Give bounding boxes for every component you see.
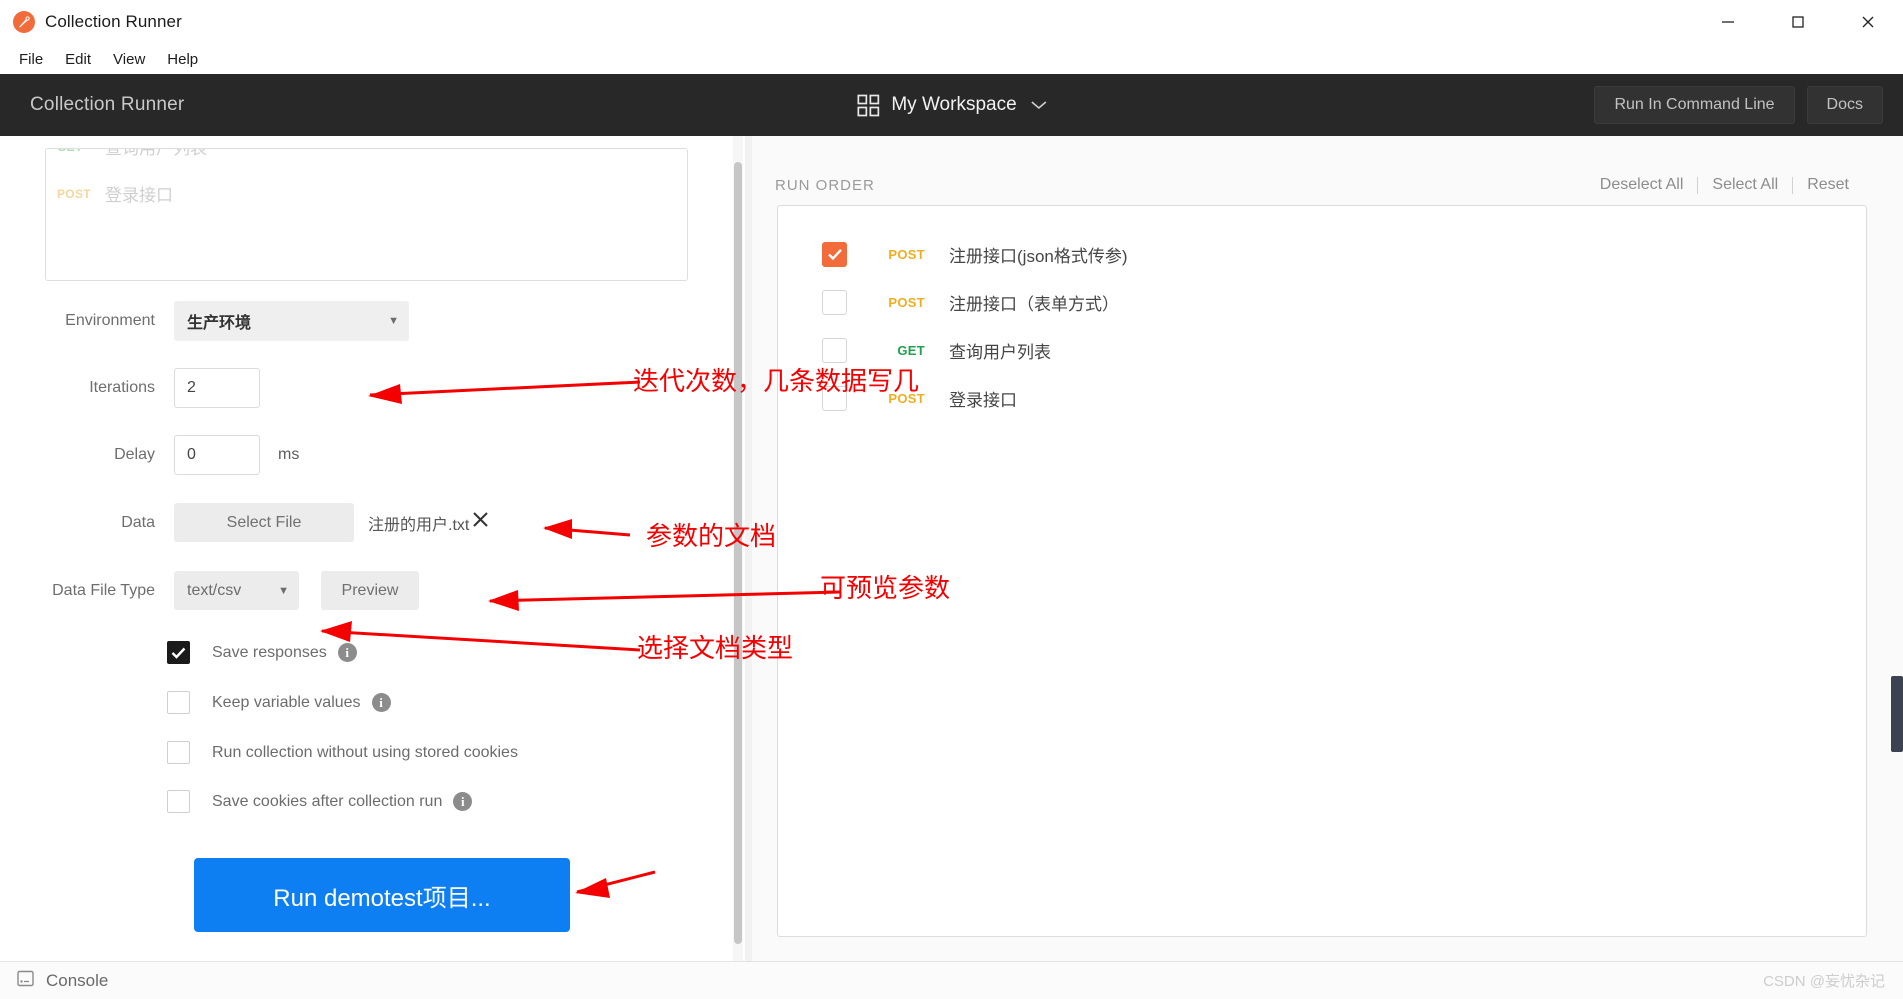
window-controls xyxy=(1693,0,1903,44)
request-name: 登录接口 xyxy=(949,390,1017,410)
request-name: 注册接口(json格式传参) xyxy=(949,246,1128,266)
scrollbar-thumb[interactable] xyxy=(734,162,742,944)
annotation-data-file: 参数的文档 xyxy=(646,522,777,552)
checkbox[interactable] xyxy=(822,337,847,363)
menu-item-help[interactable]: Help xyxy=(156,48,209,71)
data-file-type-select[interactable]: text/csv ▼ xyxy=(174,571,299,610)
menu-item-file[interactable]: File xyxy=(8,48,54,71)
request-method: GET xyxy=(57,149,99,154)
select-file-button[interactable]: Select File xyxy=(174,503,354,542)
table-row[interactable]: GET 查询用户列表 xyxy=(778,326,1866,374)
checkbox[interactable] xyxy=(167,790,190,813)
info-icon[interactable]: i xyxy=(453,792,473,811)
console-icon xyxy=(16,969,35,993)
window-title: Collection Runner xyxy=(45,11,182,31)
run-settings-panel: GET 查询用户列表 POST 登录接口 Environment 生产环境 ▼ … xyxy=(0,136,741,961)
request-method: GET xyxy=(897,342,925,358)
run-in-command-line-button[interactable]: Run In Command Line xyxy=(1594,86,1795,124)
table-row[interactable]: POST 注册接口(json格式传参) xyxy=(778,230,1866,278)
delay-unit: ms xyxy=(278,446,300,463)
data-file-type-value: text/csv xyxy=(187,581,242,599)
request-method: POST xyxy=(57,186,91,201)
iterations-label: Iterations xyxy=(89,379,155,396)
annotation-iterations: 迭代次数，几条数据写几 xyxy=(633,367,920,397)
window-titlebar: Collection Runner xyxy=(0,0,1903,44)
postman-logo-icon xyxy=(13,10,35,33)
chevron-down-icon xyxy=(1031,98,1047,113)
request-name: 查询用户列表 xyxy=(105,148,207,158)
workspace-selector[interactable]: My Workspace xyxy=(856,94,1047,117)
info-icon[interactable]: i xyxy=(337,643,357,662)
menubar: File Edit View Help xyxy=(0,44,1903,74)
list-item[interactable]: POST 登录接口 xyxy=(46,170,687,217)
menu-item-edit[interactable]: Edit xyxy=(54,48,102,71)
console-button[interactable]: Console xyxy=(46,971,108,991)
option-save-cookies-after-run[interactable]: Save cookies after collection run i xyxy=(167,790,473,813)
table-row[interactable]: POST 登录接口 xyxy=(778,374,1866,422)
environment-label: Environment xyxy=(65,312,155,329)
delay-row: Delay 0 ms xyxy=(0,435,299,475)
run-order-actions: Deselect All Select All Reset xyxy=(1586,176,1863,194)
page-title: Collection Runner xyxy=(30,94,185,115)
checkbox[interactable] xyxy=(167,691,190,714)
right-panel-scrollbar-thumb[interactable] xyxy=(1891,676,1903,752)
selected-file-name: 注册的用户.txt xyxy=(368,516,470,534)
iterations-input[interactable]: 2 xyxy=(174,368,260,408)
run-order-heading: RUN ORDER xyxy=(775,177,875,194)
workspace-name: My Workspace xyxy=(891,94,1017,115)
checkbox[interactable] xyxy=(822,289,847,315)
option-label: Save responses xyxy=(212,643,327,661)
option-run-without-stored-cookies[interactable]: Run collection without using stored cook… xyxy=(167,741,518,764)
app-header: Collection Runner My Workspace Run In Co… xyxy=(0,74,1903,136)
data-file-type-label: Data File Type xyxy=(52,581,155,599)
checkbox[interactable] xyxy=(167,741,190,764)
checkbox[interactable] xyxy=(167,641,190,664)
environment-select[interactable]: 生产环境 ▼ xyxy=(174,301,409,341)
annotation-preview: 可预览参数 xyxy=(820,574,951,604)
data-file-type-row: Data File Type text/csv ▼ Preview xyxy=(0,571,419,610)
request-name: 查询用户列表 xyxy=(949,342,1051,362)
reset-link[interactable]: Reset xyxy=(1793,176,1863,194)
menu-item-view[interactable]: View xyxy=(102,48,156,71)
option-keep-variable-values[interactable]: Keep variable values i xyxy=(167,691,391,714)
request-name: 登录接口 xyxy=(105,186,173,205)
environment-row: Environment 生产环境 ▼ xyxy=(0,301,409,341)
request-name: 注册接口（表单方式） xyxy=(949,294,1119,314)
option-label: Keep variable values xyxy=(212,693,361,711)
select-all-link[interactable]: Select All xyxy=(1698,176,1792,194)
data-label: Data xyxy=(121,513,155,531)
preview-button[interactable]: Preview xyxy=(321,571,419,610)
delay-label: Delay xyxy=(114,446,155,463)
close-icon[interactable] xyxy=(471,510,490,535)
option-label: Run collection without using stored cook… xyxy=(212,743,518,761)
annotation-file-type: 选择文档类型 xyxy=(637,634,794,664)
info-icon[interactable]: i xyxy=(371,693,391,712)
table-row[interactable]: POST 注册接口（表单方式） xyxy=(778,278,1866,326)
request-method: POST xyxy=(888,246,925,262)
footer-bar: Console CSDN @妄忧杂记 xyxy=(0,961,1903,999)
checkbox[interactable] xyxy=(822,241,847,267)
deselect-all-link[interactable]: Deselect All xyxy=(1586,176,1698,194)
caret-down-icon: ▼ xyxy=(278,584,289,597)
environment-value: 生产环境 xyxy=(187,315,252,332)
minimize-icon[interactable] xyxy=(1693,0,1763,44)
header-actions: Run In Command Line Docs xyxy=(1594,86,1883,124)
watermark: CSDN @妄忧杂记 xyxy=(1763,973,1885,990)
delay-input[interactable]: 0 xyxy=(174,435,260,475)
iterations-row: Iterations 2 xyxy=(0,368,260,408)
request-method: POST xyxy=(888,294,925,310)
collection-runner-window: Collection Runner File Edit View Help Co… xyxy=(0,0,1903,999)
grid-icon xyxy=(856,94,879,117)
caret-down-icon: ▼ xyxy=(388,315,399,327)
docs-button[interactable]: Docs xyxy=(1806,86,1883,124)
run-collection-button[interactable]: Run demotest项目... xyxy=(194,858,570,932)
collection-request-preview: GET 查询用户列表 POST 登录接口 xyxy=(45,148,688,281)
option-save-responses[interactable]: Save responses i xyxy=(167,641,357,664)
list-item[interactable]: GET 查询用户列表 xyxy=(46,148,687,170)
close-icon[interactable] xyxy=(1833,0,1903,44)
data-row: Data Select File 注册的用户.txt xyxy=(0,503,490,542)
maximize-icon[interactable] xyxy=(1763,0,1833,44)
option-label: Save cookies after collection run xyxy=(212,792,443,810)
